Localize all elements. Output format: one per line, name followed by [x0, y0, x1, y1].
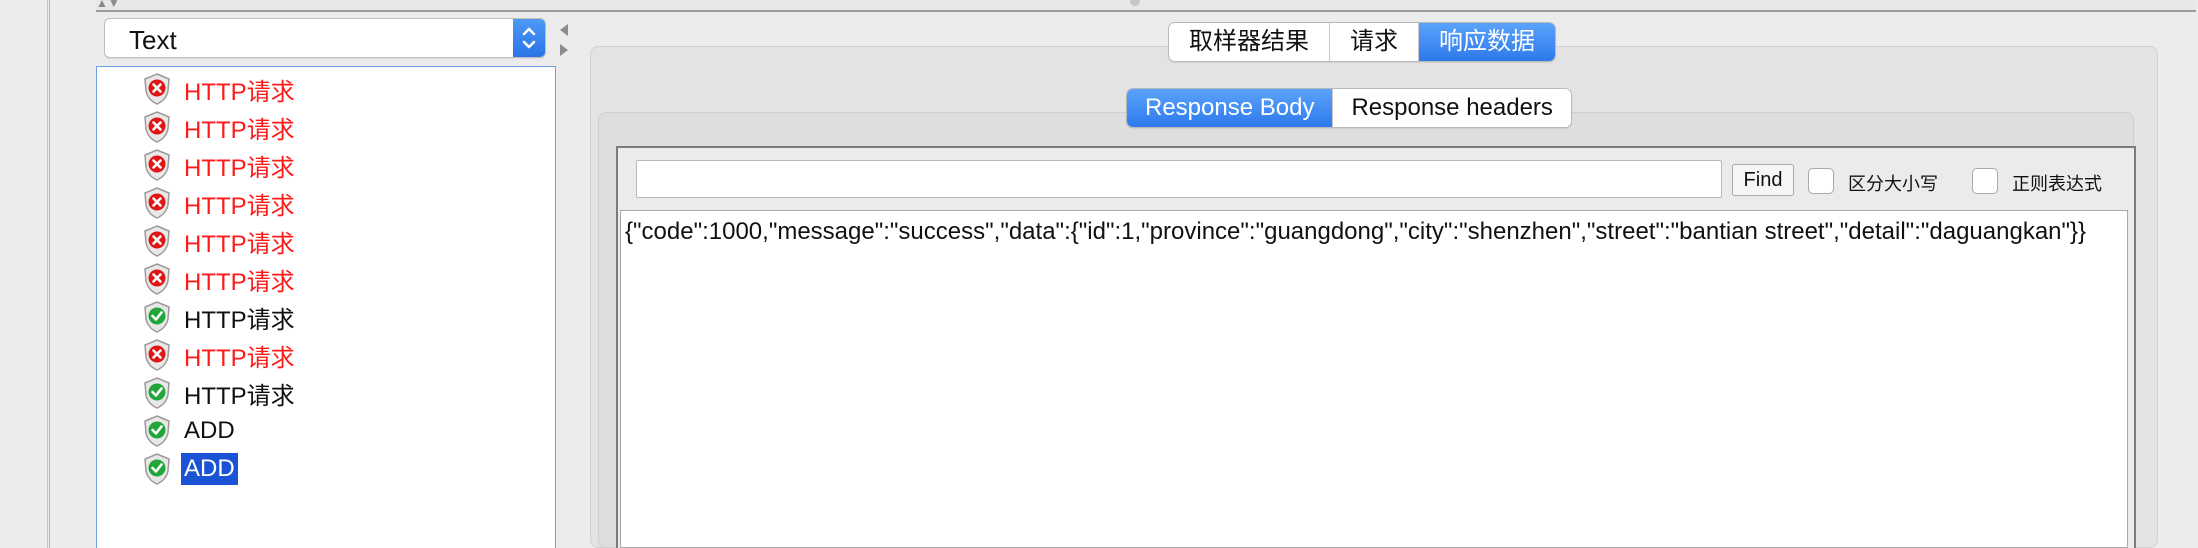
result-tabs: 取样器结果 请求 响应数据 [1168, 22, 1556, 62]
tree-item-label: HTTP请求 [184, 268, 295, 296]
tab-0[interactable]: 取样器结果 [1169, 23, 1330, 61]
top-splitter[interactable] [96, 0, 2196, 12]
subtab-0[interactable]: Response Body [1127, 89, 1334, 127]
tree-item-label: HTTP请求 [184, 116, 295, 144]
error-shield-icon [143, 262, 171, 296]
collapse-arrows-icon[interactable]: ▲▼ [96, 0, 120, 10]
subtab-1[interactable]: Response headers [1333, 89, 1571, 127]
tree-item[interactable]: HTTP请求 [143, 337, 298, 373]
renderer-select-value: Text [129, 25, 177, 55]
tab-1[interactable]: 请求 [1330, 23, 1419, 61]
renderer-select[interactable]: Text [104, 18, 546, 58]
success-shield-icon [143, 414, 171, 448]
regex-label: 正则表达式 [2012, 174, 2102, 194]
tree-item[interactable]: ADD [143, 451, 238, 487]
error-shield-icon [143, 186, 171, 220]
success-shield-icon [143, 376, 171, 410]
error-shield-icon [143, 338, 171, 372]
error-shield-icon [143, 148, 171, 182]
tree-item[interactable]: HTTP请求 [143, 223, 298, 259]
regex-checkbox[interactable] [1972, 168, 1998, 194]
response-body-text[interactable]: {"code":1000,"message":"success","data":… [620, 210, 2128, 548]
left-window-edge [0, 0, 48, 548]
case-sensitive-checkbox[interactable] [1808, 168, 1834, 194]
tree-item[interactable]: ADD [143, 413, 238, 449]
split-pane-arrows-icon[interactable] [556, 14, 572, 60]
error-shield-icon [143, 110, 171, 144]
tree-item-label: ADD [184, 417, 235, 444]
error-shield-icon [143, 72, 171, 106]
tree-item[interactable]: HTTP请求 [143, 261, 298, 297]
case-sensitive-label: 区分大小写 [1848, 174, 1938, 194]
find-button[interactable]: Find [1732, 164, 1794, 196]
response-subtabs: Response Body Response headers [1126, 88, 1572, 128]
tree-item-label: HTTP请求 [184, 230, 295, 258]
tree-item[interactable]: HTTP请求 [143, 375, 298, 411]
success-shield-icon [143, 300, 171, 334]
tab-2[interactable]: 响应数据 [1419, 23, 1555, 61]
tree-item-label: HTTP请求 [184, 306, 295, 334]
search-input[interactable] [636, 160, 1722, 198]
tree-item-label: HTTP请求 [184, 154, 295, 182]
tree-item[interactable]: HTTP请求 [143, 109, 298, 145]
tree-item[interactable]: HTTP请求 [143, 299, 298, 335]
result-tree[interactable]: HTTP请求 HTTP请求 HTTP请求 HTTP请求 HTTP请求 HTTP请求 HTTP… [96, 66, 556, 548]
tree-item-label: HTTP请求 [184, 382, 295, 410]
select-chevron-icon [513, 19, 545, 57]
tree-item-label: HTTP请求 [184, 192, 295, 220]
error-shield-icon [143, 224, 171, 258]
tree-item[interactable]: HTTP请求 [143, 71, 298, 107]
tree-item-label: HTTP请求 [184, 344, 295, 372]
tree-item[interactable]: HTTP请求 [143, 147, 298, 183]
success-shield-icon [143, 452, 171, 486]
tree-item-label: HTTP请求 [184, 78, 295, 106]
tree-item[interactable]: HTTP请求 [143, 185, 298, 221]
tree-item-label: ADD [181, 453, 238, 485]
